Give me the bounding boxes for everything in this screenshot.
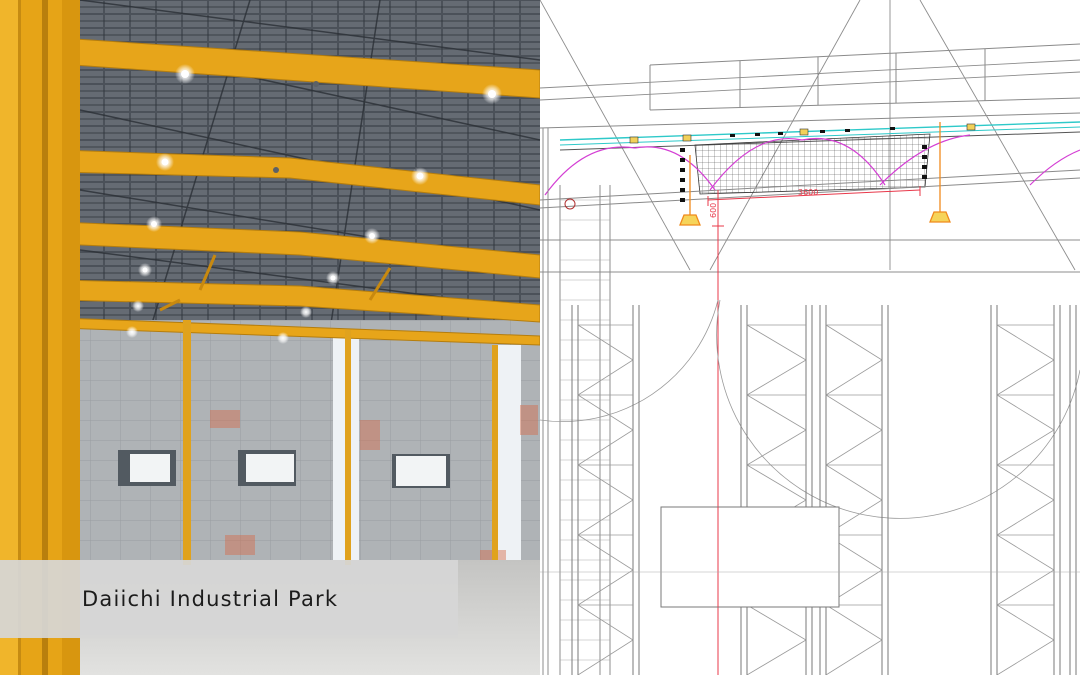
pendant-lamp-icon xyxy=(929,211,951,223)
column-marker xyxy=(564,198,576,210)
caption-title: Daiichi Industrial Park xyxy=(82,587,339,611)
rack-bracing xyxy=(577,324,1055,675)
storage-racks xyxy=(571,305,1077,675)
pendant-lamp-icon xyxy=(679,214,701,226)
equipment-box xyxy=(660,506,840,608)
dimension-600: 600 xyxy=(709,203,718,218)
cad-drawing-illustration: 3600 600 12800 xyxy=(540,0,1080,675)
cad-section-drawing: 3600 600 12800 xyxy=(540,0,1080,675)
high-bay-lamp-icon xyxy=(132,300,144,312)
wall-skylight-strip xyxy=(497,345,521,560)
high-bay-lamp-icon xyxy=(682,134,692,142)
high-bay-lamp-icon xyxy=(277,332,289,344)
wall-windows xyxy=(118,450,450,488)
high-bay-lamp-icon xyxy=(126,326,138,338)
split-image-frame: Daiichi Industrial Park 3600 600 xyxy=(0,0,1080,675)
coverage-arcs xyxy=(540,299,1080,519)
high-bay-lamp-icon xyxy=(799,128,809,136)
left-column xyxy=(542,128,611,675)
high-bay-lamp-icon xyxy=(300,306,312,318)
high-bay-lamp-icon xyxy=(629,136,639,144)
dimension-3600: 3600 xyxy=(798,188,818,197)
beam-devices xyxy=(730,127,895,137)
high-bay-lamp-icon xyxy=(966,123,976,131)
left-ladder xyxy=(560,199,610,661)
warehouse-interior-photo: Daiichi Industrial Park xyxy=(0,0,540,675)
